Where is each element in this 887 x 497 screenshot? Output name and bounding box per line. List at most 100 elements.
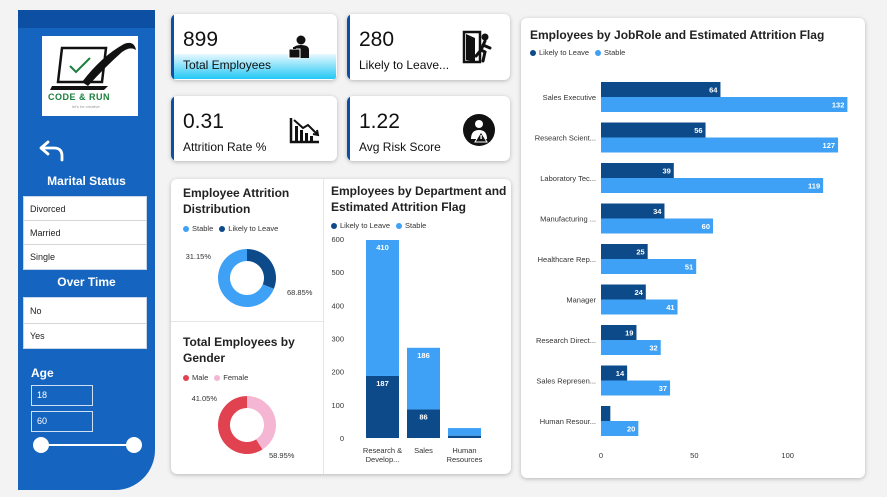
- jobrole-visual-card: Employees by JobRole and Estimated Attri…: [521, 18, 865, 478]
- legend-item-stable[interactable]: Stable: [183, 224, 213, 233]
- legend-item-stable[interactable]: Stable: [595, 48, 625, 57]
- kpi-card-likely-to-leave[interactable]: 280 Likely to Leave...: [347, 14, 510, 80]
- department-legend: Likely to Leave Stable: [331, 221, 432, 230]
- legend-item-male[interactable]: Male: [183, 373, 208, 382]
- legend-item-likely[interactable]: Likely to Leave: [331, 221, 390, 230]
- card-accent: [171, 96, 174, 161]
- marital-option-divorced[interactable]: Divorced: [24, 197, 146, 221]
- y-category-label: Human Resour...: [540, 417, 596, 426]
- age-slider-min-handle[interactable]: [33, 437, 49, 453]
- y-category-label: Research Direct...: [536, 336, 596, 345]
- horizontal-divider: [171, 321, 323, 322]
- bar-data-label: 34: [653, 207, 662, 216]
- age-slider-track[interactable]: [40, 444, 135, 446]
- x-tick-label: Sales: [414, 446, 433, 455]
- kpi-label: Attrition Rate %: [183, 140, 267, 154]
- y-tick-label: 600: [331, 235, 344, 244]
- bar-data-label: 24: [634, 288, 643, 297]
- over-time-title: Over Time: [57, 275, 116, 289]
- over-time-option-yes[interactable]: Yes: [24, 324, 146, 348]
- y-category-label: Manufacturing ...: [540, 215, 596, 224]
- kpi-value: 0.31: [183, 110, 224, 133]
- over-time-option-no[interactable]: No: [24, 298, 146, 324]
- attrition-title-line2: Distribution: [183, 202, 251, 216]
- sidebar: CODE & RUN let's be creative Marital Sta…: [18, 10, 155, 490]
- bar-data-label: 187: [376, 379, 389, 388]
- kpi-card-attrition-rate[interactable]: 0.31 Attrition Rate %: [171, 96, 337, 161]
- attrition-legend: Stable Likely to Leave: [183, 224, 284, 233]
- gender-title-line2: Gender: [183, 351, 226, 365]
- logo-subtext: let's be creative: [72, 104, 100, 109]
- bar-stable[interactable]: [601, 178, 824, 193]
- bar-stable[interactable]: [601, 259, 697, 274]
- bar-stable[interactable]: [366, 239, 399, 376]
- y-category-label: Sales Represen...: [536, 377, 596, 386]
- y-tick-label: 200: [331, 368, 344, 377]
- back-arrow-icon[interactable]: [38, 138, 66, 162]
- bar-data-label: 39: [662, 167, 670, 176]
- kpi-card-avg-risk-score[interactable]: 1.22 Avg Risk Score: [347, 96, 510, 161]
- attrition-donut-chart[interactable]: 68.85% 31.15%: [171, 237, 323, 319]
- logo: CODE & RUN let's be creative: [42, 36, 138, 116]
- bar-stable[interactable]: [601, 97, 848, 112]
- attrition-title-line1: Employee Attrition: [183, 186, 290, 200]
- marital-option-single[interactable]: Single: [24, 245, 146, 269]
- gender-donut-chart[interactable]: 58.95% 41.05%: [171, 385, 323, 471]
- y-category-label: Sales Executive: [543, 93, 596, 102]
- legend-label: Likely to Leave: [228, 224, 279, 233]
- legend-item-likely[interactable]: Likely to Leave: [530, 48, 589, 57]
- bar-data-label: 86: [419, 412, 427, 421]
- jobrole-horizontal-bar-chart[interactable]: Sales Executive 64 132 Research Scient... 56…: [521, 66, 865, 476]
- legend-label: Likely to Leave: [340, 221, 391, 230]
- department-stacked-bar-chart[interactable]: 0 100 200 300 400 500 600 187 410 Research &Devel…: [324, 233, 510, 473]
- donut-data-label: 58.95%: [269, 451, 295, 460]
- donut-slice-likely-to-leave[interactable]: [247, 249, 276, 289]
- logo-text: CODE & RUN: [48, 92, 111, 102]
- legend-item-stable[interactable]: Stable: [396, 221, 426, 230]
- middle-visual-card: Employee Attrition Distribution Stable L…: [171, 179, 511, 474]
- legend-item-likely[interactable]: Likely to Leave: [219, 224, 278, 233]
- bar-data-label: 32: [649, 344, 657, 353]
- bar-data-label: 20: [627, 425, 635, 434]
- bar-stable[interactable]: [601, 137, 839, 153]
- y-category-label: Laboratory Tec...: [540, 174, 596, 183]
- age-min-input[interactable]: 18: [31, 385, 93, 406]
- legend-label: Likely to Leave: [539, 48, 590, 57]
- attrition-distribution-title: Employee Attrition Distribution: [183, 185, 289, 217]
- y-category-label: Manager: [566, 296, 596, 305]
- bar-data-label: 51: [685, 263, 693, 272]
- marital-status-slicer: Divorced Married Single: [23, 196, 147, 270]
- bar-data-label: 14: [616, 369, 625, 378]
- legend-dot: [530, 49, 536, 56]
- bar-stable[interactable]: [601, 218, 713, 234]
- dashboard: CODE & RUN let's be creative Marital Sta…: [0, 0, 887, 497]
- bar-stable[interactable]: [448, 428, 481, 436]
- kpi-value: 280: [359, 28, 395, 51]
- bar-data-label: 132: [832, 101, 845, 110]
- card-accent: [347, 96, 350, 161]
- kpi-card-total-employees[interactable]: 899 Total Employees: [171, 14, 337, 80]
- bar-data-label: 37: [659, 384, 667, 393]
- bar-likely-to-leave[interactable]: [601, 122, 706, 138]
- legend-item-female[interactable]: Female: [214, 373, 248, 382]
- legend-dot: [183, 225, 189, 232]
- x-tick-label: Research &: [363, 446, 402, 455]
- age-slider-max-handle[interactable]: [126, 437, 142, 453]
- y-category-label: Healthcare Rep...: [538, 255, 596, 264]
- kpi-label: Likely to Leave...: [359, 58, 450, 72]
- legend-dot: [214, 374, 221, 381]
- legend-label: Stable: [604, 48, 626, 57]
- bar-data-label: 64: [709, 86, 718, 95]
- warning-person-icon: [463, 114, 495, 146]
- legend-label: Stable: [192, 224, 214, 233]
- legend-dot: [183, 374, 189, 381]
- age-max-input[interactable]: 60: [31, 411, 93, 432]
- bar-likely-to-leave[interactable]: [601, 406, 611, 421]
- marital-option-married[interactable]: Married: [24, 221, 146, 245]
- bar-likely-to-leave[interactable]: [448, 435, 481, 438]
- bar-data-label: 127: [823, 141, 836, 150]
- donut-data-label: 31.15%: [186, 252, 212, 261]
- bar-likely-to-leave[interactable]: [601, 82, 721, 97]
- jobrole-title: Employees by JobRole and Estimated Attri…: [530, 28, 825, 42]
- kpi-value: 899: [183, 28, 219, 51]
